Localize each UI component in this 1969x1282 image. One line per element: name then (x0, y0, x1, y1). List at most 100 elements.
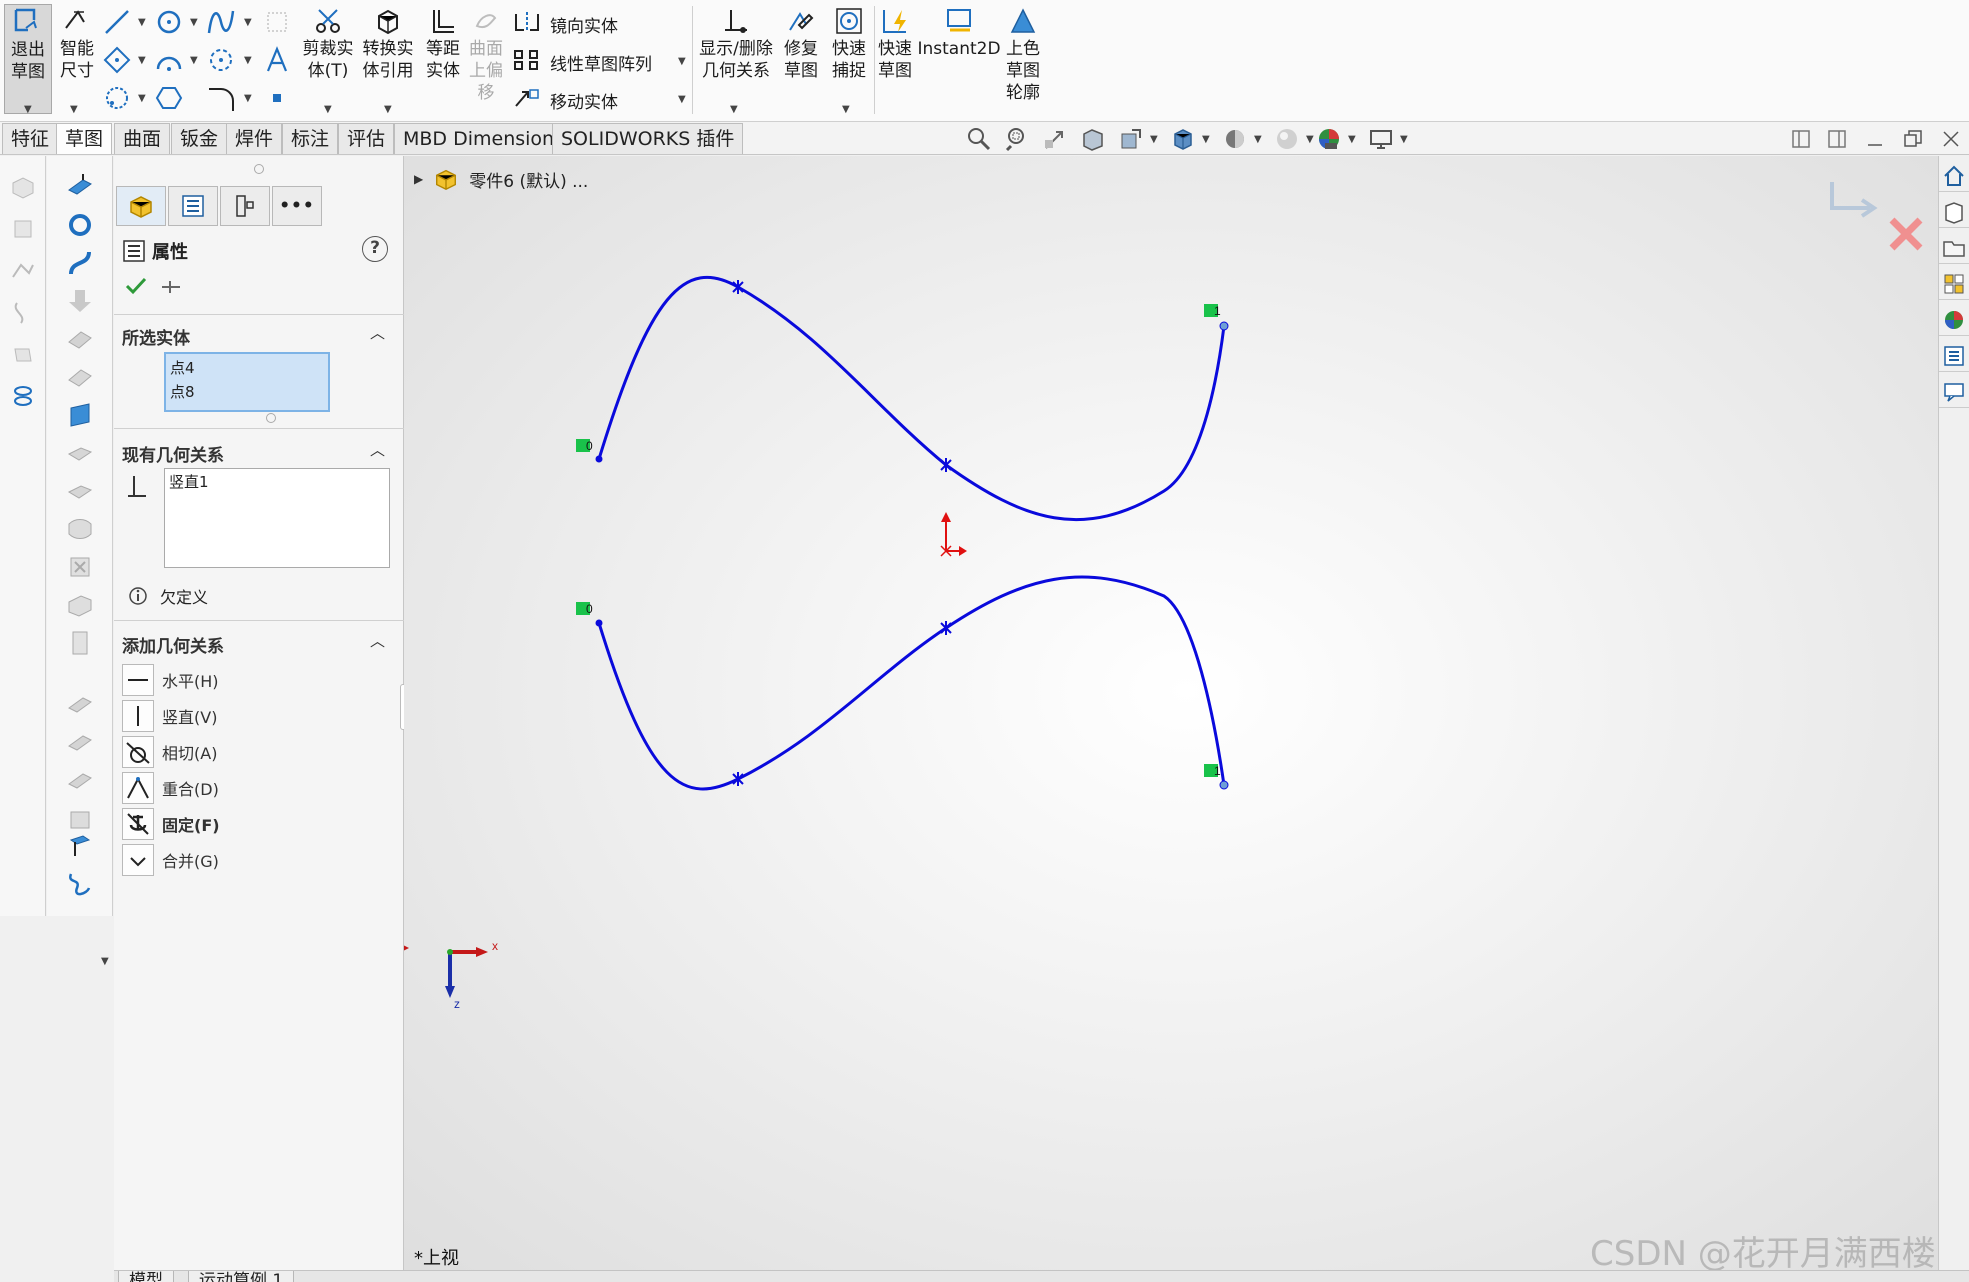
previous-view-icon[interactable] (1040, 125, 1070, 153)
polygon-icon[interactable] (152, 82, 186, 114)
convert-caret[interactable]: ▼ (384, 104, 392, 115)
spline-point[interactable] (732, 772, 744, 786)
tab-features[interactable]: 特征 (2, 123, 59, 154)
collapse-add-caret[interactable]: ︿ (370, 630, 385, 651)
quick-snaps-caret[interactable]: ▼ (842, 104, 850, 115)
spline-point[interactable] (940, 458, 952, 472)
ok-button[interactable] (124, 274, 148, 303)
zoom-to-area-icon[interactable] (1002, 125, 1032, 153)
swept-surface-icon[interactable] (63, 246, 97, 280)
boundary-boss-icon[interactable] (6, 338, 40, 372)
quick-snaps-button[interactable]: 快速 捕捉 (826, 4, 872, 82)
appearance-caret[interactable]: ▼ (1348, 134, 1356, 145)
sketch-plane-icon[interactable] (260, 6, 294, 38)
mid-surface-icon[interactable] (63, 726, 97, 760)
point-icon[interactable] (260, 82, 294, 114)
slot-caret[interactable]: ▼ (138, 93, 146, 104)
view-orientation-icon[interactable] (1168, 125, 1198, 153)
tab-weldments[interactable]: 焊件 (226, 123, 283, 154)
linear-pattern-caret[interactable]: ▼ (678, 56, 686, 67)
surface-more-caret[interactable]: ▼ (101, 956, 109, 967)
convert-entities-button[interactable]: 转换实 体引用 (360, 4, 416, 82)
ellipse-icon[interactable] (204, 44, 238, 76)
add-coincident-relation[interactable]: 重合(D) (122, 770, 362, 806)
spline-endpoint[interactable] (595, 455, 603, 463)
exit-sketch-caret[interactable]: ▼ (24, 104, 32, 115)
offset-surface-icon[interactable] (63, 360, 97, 394)
custom-properties-icon[interactable] (1939, 340, 1969, 372)
line-icon[interactable] (100, 6, 134, 38)
extrude-boss-icon[interactable] (6, 170, 40, 204)
thicken-icon[interactable] (63, 626, 97, 660)
smart-dimension-button[interactable]: 智能 尺寸 (54, 4, 100, 104)
lofted-boss-icon[interactable] (6, 296, 40, 330)
tile-right-icon[interactable] (1822, 125, 1852, 153)
spline-caret[interactable]: ▼ (244, 17, 252, 28)
rapid-sketch-button[interactable]: 快速 草图 (872, 4, 918, 82)
display-delete-relations-button[interactable]: 显示/删除 几何关系 (696, 4, 776, 82)
sketch-origin[interactable] (940, 512, 967, 557)
hide-show-items-icon[interactable] (1272, 125, 1302, 153)
add-merge-relation[interactable]: 合并(G) (122, 842, 362, 878)
sketch-canvas[interactable]: 0 1 0 1 (404, 156, 1934, 1270)
spline-endpoint[interactable] (1219, 780, 1229, 790)
arc-caret[interactable]: ▼ (190, 55, 198, 66)
section-view-icon[interactable] (1078, 125, 1108, 153)
tab-motion-study[interactable]: 运动算例 1 (188, 1271, 295, 1282)
tab-more[interactable]: ••• (272, 186, 322, 226)
pm-grip[interactable] (254, 164, 264, 174)
selected-entities-list[interactable]: 点4 点8 (164, 352, 330, 412)
add-fix-relation[interactable]: 固定(F) (122, 806, 362, 842)
rectangle-caret[interactable]: ▼ (138, 55, 146, 66)
ruled-surface-icon[interactable] (63, 688, 97, 722)
helix-icon[interactable] (6, 380, 40, 414)
move-entities-button[interactable]: 移动实体 (512, 86, 618, 115)
display-style-icon[interactable] (1220, 125, 1250, 153)
revolve-boss-icon[interactable] (6, 212, 40, 246)
fillet-icon[interactable] (204, 82, 238, 114)
add-horizontal-relation[interactable]: 水平(H) (122, 662, 362, 698)
tab-configuration-manager[interactable] (220, 186, 270, 226)
circle-icon[interactable] (152, 6, 186, 38)
tab-model[interactable]: 模型 (118, 1271, 174, 1282)
tab-sketch[interactable]: 草图 (56, 123, 113, 154)
tab-feature-tree[interactable] (116, 186, 166, 226)
tab-solidworks-addins[interactable]: SOLIDWORKS 插件 (552, 123, 744, 154)
collapse-existing-caret[interactable]: ︿ (370, 439, 385, 460)
pin-button[interactable] (160, 276, 182, 303)
swept-boss-icon[interactable] (6, 254, 40, 288)
trim-surface-icon[interactable] (63, 512, 97, 546)
revolved-surface-icon[interactable] (63, 208, 97, 242)
trim-entities-button[interactable]: 剪裁实 体(T) (300, 4, 356, 82)
spline-point[interactable] (940, 621, 952, 635)
spline-endpoint[interactable] (595, 619, 603, 627)
design-library-icon[interactable] (1939, 196, 1969, 228)
trim-caret[interactable]: ▼ (324, 104, 332, 115)
curves-icon[interactable] (63, 866, 97, 900)
linear-pattern-button[interactable]: 线性草图阵列 (512, 48, 652, 77)
fill-surface-icon[interactable] (63, 436, 97, 470)
add-tangent-relation[interactable]: 相切(A) (122, 734, 362, 770)
tab-mbd-dimensions[interactable]: MBD Dimensions (394, 123, 573, 154)
fillet-caret[interactable]: ▼ (244, 93, 252, 104)
tab-sheet-metal[interactable]: 钣金 (171, 123, 228, 154)
arc-icon[interactable] (152, 44, 186, 76)
restore-icon[interactable] (1898, 125, 1928, 153)
move-caret[interactable]: ▼ (678, 94, 686, 105)
display-style-caret[interactable]: ▼ (1254, 134, 1262, 145)
tile-left-icon[interactable] (1786, 125, 1816, 153)
move-face-icon[interactable] (63, 284, 97, 318)
relations-caret[interactable]: ▼ (730, 104, 738, 115)
instant2d-button[interactable]: Instant2D (917, 4, 1001, 60)
annotation-caret[interactable]: ▼ (1150, 134, 1158, 145)
offset-entities-button[interactable]: 等距 实体 (420, 4, 466, 82)
collapse-selected-caret[interactable]: ︿ (370, 322, 385, 343)
tab-evaluate[interactable]: 评估 (338, 123, 395, 154)
reference-geometry-icon[interactable] (63, 828, 97, 862)
dynamic-annotation-icon[interactable] (1116, 125, 1146, 153)
view-orientation-caret[interactable]: ▼ (1202, 134, 1210, 145)
extruded-surface-icon[interactable] (63, 170, 97, 204)
existing-relations-list[interactable]: 竖直1 (164, 468, 390, 568)
list-item[interactable]: 点4 (170, 356, 324, 380)
file-explorer-icon[interactable] (1939, 232, 1969, 264)
